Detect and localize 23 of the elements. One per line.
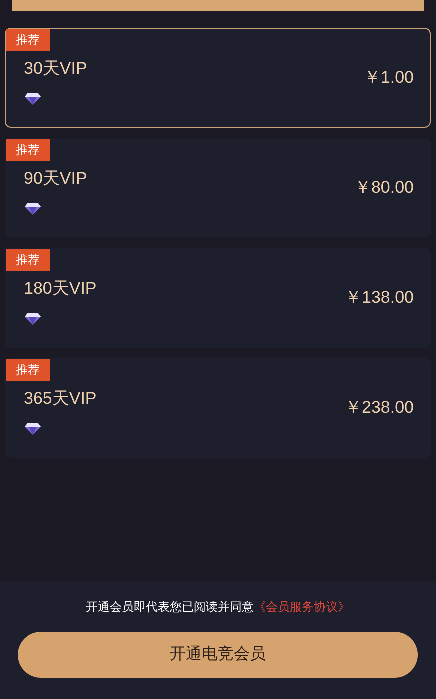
plan-name: 180天VIP [24, 278, 97, 300]
recommend-badge: 推荐 [6, 359, 50, 381]
plan-price: ￥238.00 [345, 397, 414, 420]
plan-card[interactable]: 推荐 90天VIP ￥80.00 [5, 138, 431, 238]
recommend-badge: 推荐 [6, 29, 50, 51]
agreement-link[interactable]: 《会员服务协议》 [254, 598, 350, 616]
submit-button[interactable]: 开通电竞会员 [18, 632, 418, 678]
diamond-icon [24, 92, 42, 106]
plan-name: 30天VIP [24, 58, 88, 80]
plan-card[interactable]: 推荐 180天VIP ￥138.00 [5, 248, 431, 348]
diamond-icon [24, 312, 42, 326]
plan-card[interactable]: 推荐 30天VIP ￥1.00 [5, 28, 431, 128]
plan-name: 365天VIP [24, 388, 97, 410]
recommend-badge: 推荐 [6, 249, 50, 271]
plan-card[interactable]: 推荐 365天VIP ￥238.00 [5, 358, 431, 458]
plan-name: 90天VIP [24, 168, 88, 190]
plan-price: ￥80.00 [354, 177, 414, 200]
diamond-icon [24, 202, 42, 216]
recommend-badge: 推荐 [6, 139, 50, 161]
diamond-icon [24, 422, 42, 436]
plan-price: ￥138.00 [345, 287, 414, 310]
plan-price: ￥1.00 [364, 67, 414, 90]
agreement-text: 开通会员即代表您已阅读并同意 [86, 599, 254, 616]
